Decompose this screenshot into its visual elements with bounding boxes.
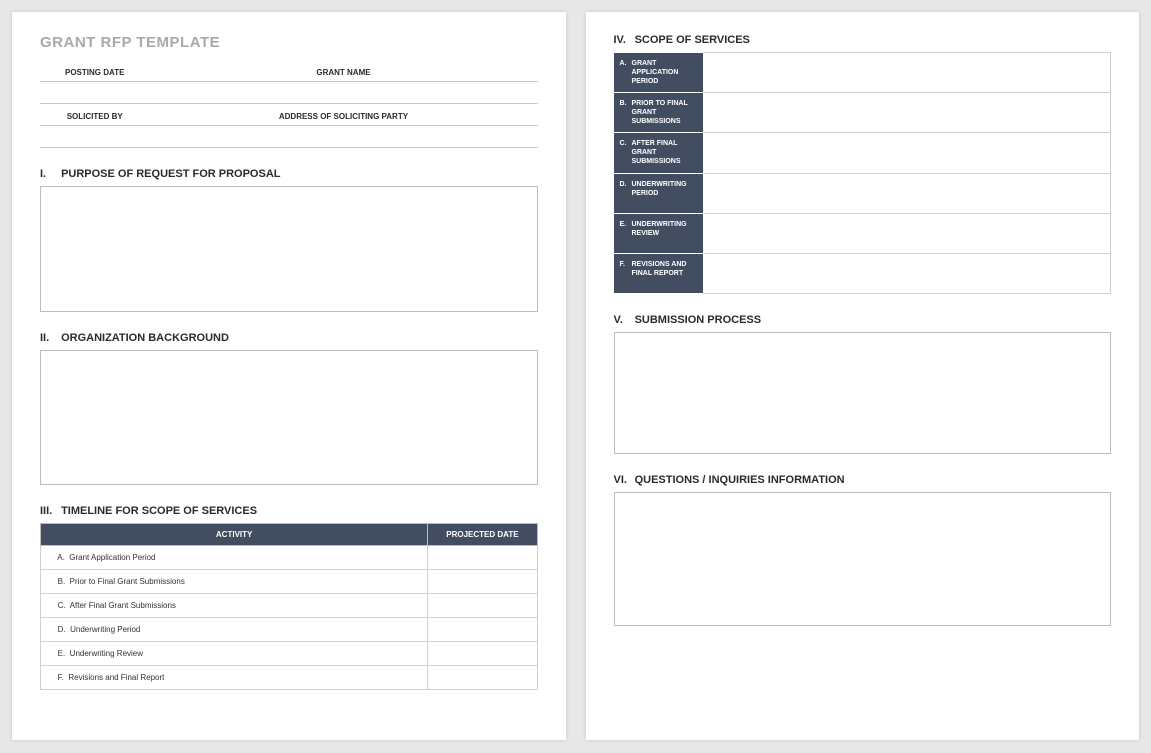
scope-label: D.UNDERWRITING PERIOD [614,173,703,213]
solicited-by-label: SOLICITED BY [40,109,149,125]
timeline-activity: B. Prior to Final Grant Submissions [41,569,428,593]
section-1-heading: I. PURPOSE OF REQUEST FOR PROPOSAL [40,168,538,180]
grant-name-value[interactable] [149,81,537,103]
table-row: E.UNDERWRITING REVIEW [614,213,1111,253]
table-row: D.UNDERWRITING PERIOD [614,173,1111,213]
timeline-date-cell[interactable] [428,569,537,593]
scope-label: F.REVISIONS AND FINAL REPORT [614,253,703,293]
scope-value-cell[interactable] [703,53,1111,93]
solicited-by-value[interactable] [40,125,149,147]
scope-label: C.AFTER FINAL GRANT SUBMISSIONS [614,133,703,173]
table-row: C.AFTER FINAL GRANT SUBMISSIONS [614,133,1111,173]
scope-value-cell[interactable] [703,133,1111,173]
scope-label: B.PRIOR TO FINAL GRANT SUBMISSIONS [614,93,703,133]
questions-box[interactable] [614,492,1112,626]
submission-process-box[interactable] [614,332,1112,454]
table-row: C. After Final Grant Submissions [41,593,538,617]
timeline-col-activity: ACTIVITY [41,523,428,545]
table-row: D. Underwriting Period [41,617,538,641]
section-4-heading: IV. SCOPE OF SERVICES [614,34,1112,46]
page-1: GRANT RFP TEMPLATE POSTING DATE GRANT NA… [12,12,566,740]
table-row: E. Underwriting Review [41,641,538,665]
timeline-date-cell[interactable] [428,641,537,665]
timeline-activity: C. After Final Grant Submissions [41,593,428,617]
organization-background-box[interactable] [40,350,538,485]
timeline-date-cell[interactable] [428,593,537,617]
timeline-activity: A. Grant Application Period [41,545,428,569]
section-3-heading: III. TIMELINE FOR SCOPE OF SERVICES [40,505,538,517]
scope-label: A.GRANT APPLICATION PERIOD [614,53,703,93]
purpose-box[interactable] [40,186,538,312]
table-row: A.GRANT APPLICATION PERIOD [614,53,1111,93]
table-row: F.REVISIONS AND FINAL REPORT [614,253,1111,293]
table-row: F. Revisions and Final Report [41,665,538,689]
timeline-date-cell[interactable] [428,665,537,689]
table-row: B. Prior to Final Grant Submissions [41,569,538,593]
timeline-activity: D. Underwriting Period [41,617,428,641]
timeline-date-cell[interactable] [428,545,537,569]
document-title: GRANT RFP TEMPLATE [40,34,538,51]
grant-name-label: GRANT NAME [149,65,537,81]
info-grid: POSTING DATE GRANT NAME SOLICITED BY ADD… [40,65,538,148]
section-6-heading: VI. QUESTIONS / INQUIRIES INFORMATION [614,474,1112,486]
page-2: IV. SCOPE OF SERVICES A.GRANT APPLICATIO… [586,12,1140,740]
posting-date-label: POSTING DATE [40,65,149,81]
address-value[interactable] [149,125,537,147]
timeline-table: ACTIVITY PROJECTED DATE A. Grant Applica… [40,523,538,690]
timeline-col-date: PROJECTED DATE [428,523,537,545]
timeline-date-cell[interactable] [428,617,537,641]
timeline-activity: F. Revisions and Final Report [41,665,428,689]
table-row: A. Grant Application Period [41,545,538,569]
address-label: ADDRESS OF SOLICITING PARTY [149,109,537,125]
scope-value-cell[interactable] [703,213,1111,253]
posting-date-value[interactable] [40,81,149,103]
timeline-activity: E. Underwriting Review [41,641,428,665]
section-2-heading: II. ORGANIZATION BACKGROUND [40,332,538,344]
scope-value-cell[interactable] [703,93,1111,133]
scope-value-cell[interactable] [703,253,1111,293]
scope-label: E.UNDERWRITING REVIEW [614,213,703,253]
scope-table: A.GRANT APPLICATION PERIODB.PRIOR TO FIN… [614,52,1112,294]
scope-value-cell[interactable] [703,173,1111,213]
table-row: B.PRIOR TO FINAL GRANT SUBMISSIONS [614,93,1111,133]
section-5-heading: V. SUBMISSION PROCESS [614,314,1112,326]
